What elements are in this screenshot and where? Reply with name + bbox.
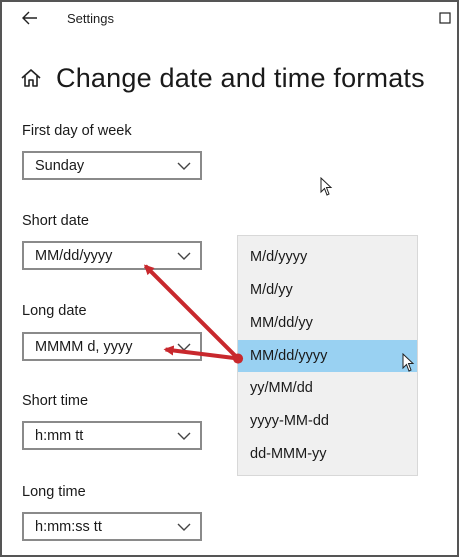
short-time-label: Short time [22, 393, 89, 409]
back-arrow-icon [22, 11, 37, 25]
short-date-value: MM/dd/yyyy [35, 248, 113, 264]
maximize-icon [439, 12, 451, 24]
short-date-dropdown-list: M/d/yyyy M/d/yy MM/dd/yy MM/dd/yyyy yy/M… [237, 235, 418, 476]
first-day-label: First day of week [22, 123, 132, 139]
chevron-down-icon [177, 343, 191, 351]
settings-window: Settings Change date and time formats Fi… [0, 0, 459, 557]
dropdown-option[interactable]: dd-MMM-yy [238, 438, 417, 470]
long-date-value: MMMM d, yyyy [35, 339, 133, 355]
back-button[interactable] [18, 7, 42, 29]
first-day-combobox[interactable]: Sunday [22, 151, 202, 180]
window-title: Settings [67, 11, 114, 26]
first-day-value: Sunday [35, 158, 85, 174]
dropdown-option[interactable]: yy/MM/dd [238, 372, 417, 404]
short-date-label: Short date [22, 213, 89, 229]
dropdown-option[interactable]: MM/dd/yy [238, 307, 417, 339]
chevron-down-icon [177, 252, 191, 260]
dropdown-option[interactable]: yyyy-MM-dd [238, 405, 417, 437]
dropdown-option-selected[interactable]: MM/dd/yyyy [238, 340, 417, 372]
long-time-combobox[interactable]: h:mm:ss tt [22, 512, 202, 541]
dropdown-option[interactable]: M/d/yyyy [238, 241, 417, 273]
long-time-value: h:mm:ss tt [35, 519, 102, 535]
chevron-down-icon [177, 162, 191, 170]
long-time-label: Long time [22, 484, 86, 500]
long-date-label: Long date [22, 303, 87, 319]
home-icon [21, 69, 41, 87]
dropdown-option[interactable]: M/d/yy [238, 274, 417, 306]
long-date-combobox[interactable]: MMMM d, yyyy [22, 332, 202, 361]
maximize-button[interactable] [434, 7, 456, 29]
mouse-pointer-icon [320, 177, 333, 196]
page-title: Change date and time formats [56, 62, 425, 93]
mouse-pointer-icon [402, 353, 415, 372]
chevron-down-icon [177, 432, 191, 440]
short-time-combobox[interactable]: h:mm tt [22, 421, 202, 450]
chevron-down-icon [177, 523, 191, 531]
short-date-combobox[interactable]: MM/dd/yyyy [22, 241, 202, 270]
title-bar: Settings [2, 2, 457, 36]
page-header: Change date and time formats [20, 60, 425, 96]
short-time-value: h:mm tt [35, 428, 84, 444]
